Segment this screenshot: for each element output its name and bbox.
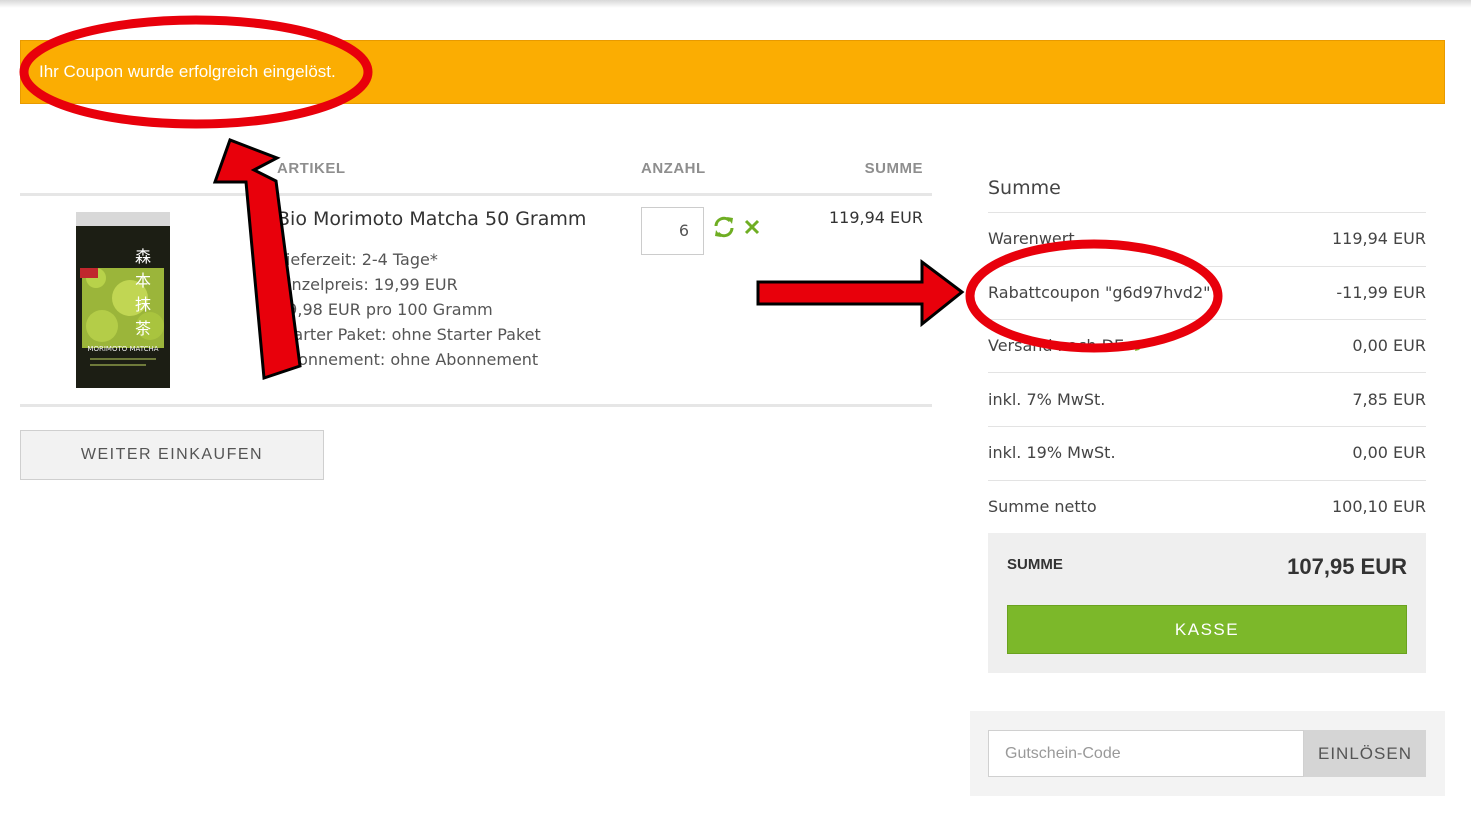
svg-text:森: 森 [135, 247, 151, 266]
coupon-code-input[interactable] [988, 730, 1304, 777]
summary-label-goods: Warenwert [988, 229, 1075, 248]
summary-divider [988, 319, 1426, 320]
product-image[interactable]: 森 本 抹 茶 MORIMOTO MATCHA [30, 208, 220, 390]
table-divider-bottom [20, 404, 932, 407]
summary-divider [988, 480, 1426, 481]
summary-value-coupon: -11,99 EUR [1336, 283, 1426, 302]
remove-icon[interactable] [744, 219, 760, 235]
header-sum: SUMME [864, 160, 923, 177]
summary-label-shipping: Versand nach DE [988, 336, 1149, 355]
summary-divider [988, 266, 1426, 267]
success-alert: Ihr Coupon wurde erfolgreich eingelöst. [20, 40, 1445, 104]
summary-value-vat19: 0,00 EUR [1352, 443, 1426, 462]
summary-value-shipping: 0,00 EUR [1352, 336, 1426, 355]
shipping-label-text: Versand nach DE [988, 336, 1125, 355]
summary-label-vat7: inkl. 7% MwSt. [988, 390, 1106, 409]
header-shadow [0, 0, 1471, 8]
svg-text:茶: 茶 [135, 319, 151, 338]
product-attr-starter: Starter Paket: ohne Starter Paket [277, 325, 541, 344]
checkout-button[interactable]: KASSE [1007, 605, 1407, 654]
summary-label-coupon: Rabattcoupon "g6d97hvd2" [988, 283, 1211, 302]
continue-shopping-button[interactable]: WEITER EINKAUFEN [20, 430, 324, 480]
header-quantity: ANZAHL [641, 160, 706, 177]
summary-divider [988, 212, 1426, 213]
summary-divider [988, 426, 1426, 427]
summary-label-vat19: inkl. 19% MwSt. [988, 443, 1116, 462]
product-attr-base-price: 39,98 EUR pro 100 Gramm [277, 300, 493, 319]
svg-text:本: 本 [135, 271, 151, 290]
line-total: 119,94 EUR [828, 208, 923, 227]
refresh-icon[interactable] [712, 215, 736, 239]
total-value: 107,95 EUR [1287, 554, 1407, 579]
product-attr-unit-price: Einzelpreis: 19,99 EUR [277, 275, 458, 294]
product-attr-subscription: Abonnement: ohne Abonnement [277, 350, 539, 369]
svg-text:抹: 抹 [135, 295, 151, 314]
table-divider-top [20, 193, 932, 196]
summary-divider [988, 372, 1426, 373]
summary-value-vat7: 7,85 EUR [1352, 390, 1426, 409]
annotation-arrow-right [756, 259, 965, 328]
summary-value-goods: 119,94 EUR [1331, 229, 1426, 248]
summary-title: Summe [988, 177, 1061, 199]
annotation-overlay [19, 15, 1223, 381]
summary-label-net: Summe netto [988, 497, 1097, 516]
quantity-input[interactable]: 6 [641, 207, 704, 255]
pencil-icon[interactable] [1133, 337, 1149, 353]
summary-value-net: 100,10 EUR [1331, 497, 1426, 516]
product-attr-delivery: Lieferzeit: 2-4 Tage* [277, 250, 438, 269]
svg-text:MORIMOTO MATCHA: MORIMOTO MATCHA [87, 345, 158, 353]
product-name[interactable]: Bio Morimoto Matcha 50 Gramm [277, 208, 586, 230]
header-article: ARTIKEL [277, 160, 346, 177]
redeem-coupon-button[interactable]: EINLÖSEN [1304, 730, 1426, 777]
total-label: SUMME [1007, 556, 1063, 573]
alert-message: Ihr Coupon wurde erfolgreich eingelöst. [39, 62, 336, 81]
